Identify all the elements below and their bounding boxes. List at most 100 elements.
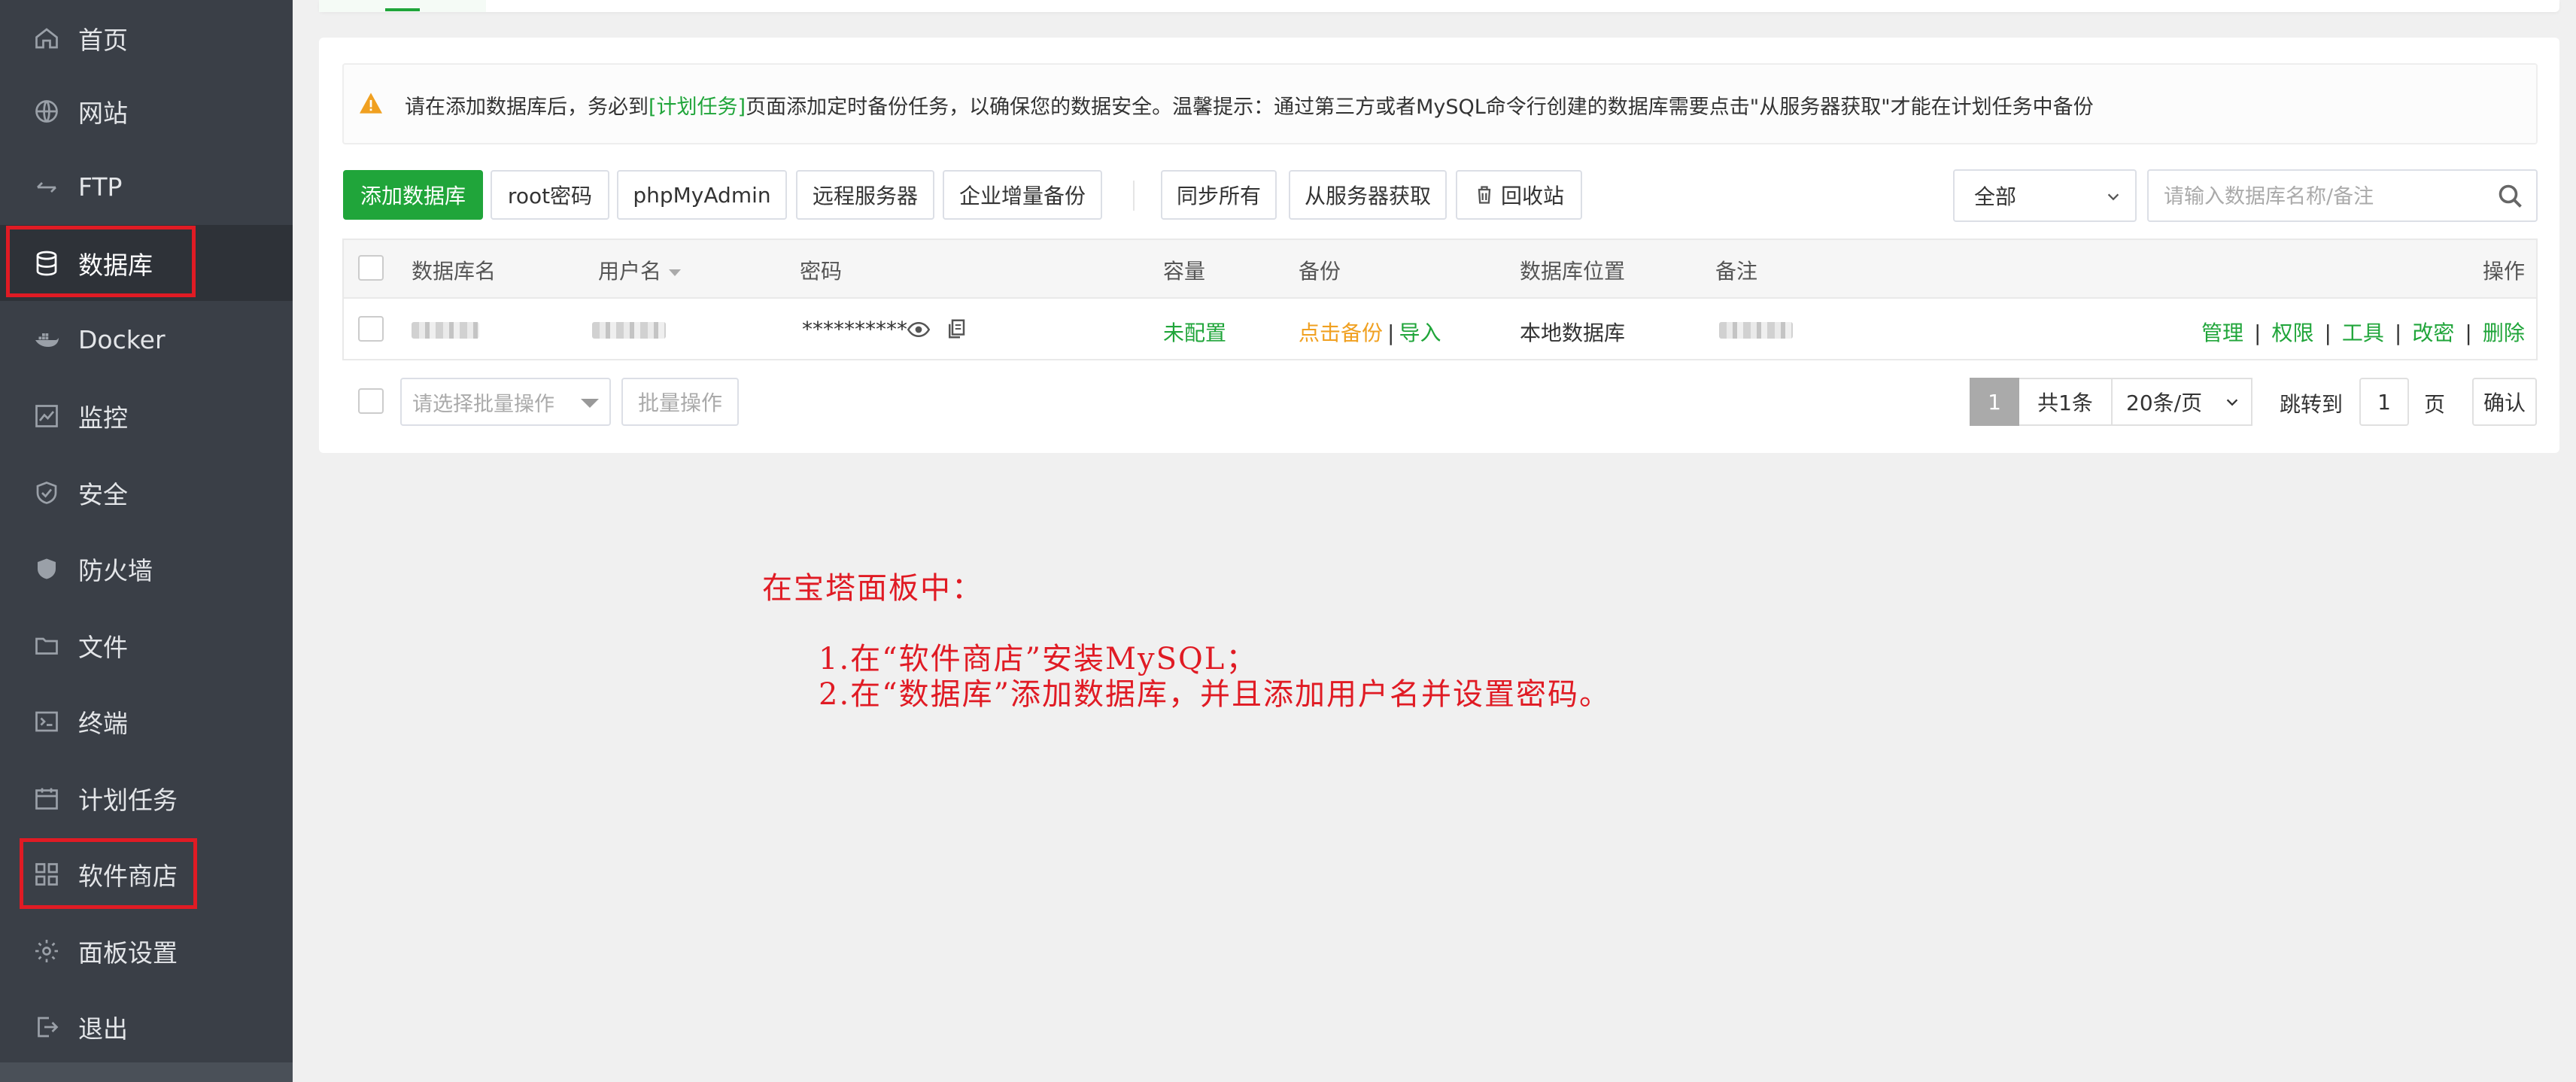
database-icon [32, 248, 62, 278]
sidebar-footer [0, 1062, 293, 1082]
fetch-from-server-button[interactable]: 从服务器获取 [1289, 170, 1447, 220]
db-filter-select[interactable]: 全部 [1953, 169, 2137, 222]
per-page-select[interactable]: 20条/页 [2111, 378, 2252, 426]
manage-link[interactable]: 管理 [2201, 321, 2243, 345]
sidebar-item-terminal[interactable]: 终端 [0, 683, 293, 759]
sidebar-item-label: 退出 [78, 1014, 128, 1044]
monitor-icon [32, 401, 62, 431]
col-location: 数据库位置 [1520, 259, 1626, 284]
separator: | [2254, 321, 2262, 345]
col-username-label: 用户名 [598, 259, 662, 284]
col-remark: 备注 [1715, 259, 1758, 284]
sidebar-item-label: 网站 [78, 98, 128, 128]
footer-select-all-checkbox[interactable] [358, 388, 384, 414]
separator: | [2465, 321, 2472, 345]
globe-icon [32, 96, 62, 126]
sidebar-item-label: 首页 [78, 25, 128, 55]
tab-active-indicator [385, 8, 420, 11]
sidebar-item-label: 计划任务 [78, 785, 178, 815]
firewall-icon [32, 554, 62, 584]
col-database-name[interactable]: 数据库名 [412, 255, 496, 285]
separator: | [2394, 321, 2402, 345]
annotation-title: 在宝塔面板中： [762, 571, 983, 606]
sidebar-item-label: 安全 [78, 479, 128, 509]
sidebar-item-label: Docker [78, 325, 166, 354]
delete-link[interactable]: 删除 [2483, 321, 2525, 345]
recycle-bin-button[interactable]: 回收站 [1456, 170, 1582, 220]
db-location: 本地数据库 [1520, 321, 1626, 345]
redacted-remark [1719, 322, 1793, 339]
select-all-checkbox[interactable] [358, 255, 384, 281]
sidebar-item-ftp[interactable]: FTP [0, 149, 293, 225]
chevron-down-icon [2107, 193, 2119, 201]
separator: | [2324, 321, 2331, 345]
backup-now-link[interactable]: 点击备份 [1299, 321, 1383, 345]
row-checkbox[interactable] [358, 316, 384, 342]
col-backup: 备份 [1299, 259, 1341, 284]
change-password-link[interactable]: 改密 [2412, 321, 2454, 345]
recycle-bin-label: 回收站 [1500, 184, 1564, 208]
sidebar-item-label: FTP [78, 172, 123, 202]
sidebar-item-label: 终端 [78, 708, 128, 738]
logout-icon [32, 1012, 62, 1042]
sidebar-item-logout[interactable]: 退出 [0, 989, 293, 1065]
import-link[interactable]: 导入 [1399, 321, 1441, 345]
sidebar-item-docker[interactable]: Docker [0, 302, 293, 378]
sidebar-item-label: 数据库 [78, 250, 153, 280]
copy-icon[interactable] [945, 318, 968, 340]
sidebar-item-label: 防火墙 [78, 555, 153, 585]
sidebar-item-firewall[interactable]: 防火墙 [0, 530, 293, 606]
sync-all-button[interactable]: 同步所有 [1161, 170, 1277, 220]
cron-task-link[interactable]: [计划任务] [649, 96, 746, 119]
calendar-icon [32, 783, 62, 813]
remote-server-button[interactable]: 远程服务器 [796, 170, 934, 220]
eye-icon[interactable] [907, 318, 930, 341]
row-actions: 管理 | 权限 | 工具 | 改密 | 删除 [2201, 317, 2525, 347]
phpmyadmin-button[interactable]: phpMyAdmin [617, 170, 787, 220]
sidebar-item-label: 文件 [78, 632, 128, 662]
sidebar-item-settings[interactable]: 面板设置 [0, 913, 293, 989]
sidebar-item-files[interactable]: 文件 [0, 607, 293, 683]
batch-action-button[interactable]: 批量操作 [621, 378, 739, 426]
folder-icon [32, 631, 62, 661]
ftp-icon [32, 172, 62, 202]
db-filter-value: 全部 [1974, 184, 2017, 209]
redacted-database-name [412, 322, 479, 339]
jump-confirm-button[interactable]: 确认 [2472, 378, 2537, 426]
add-database-button[interactable]: 添加数据库 [343, 170, 483, 220]
sidebar-item-cron[interactable]: 计划任务 [0, 760, 293, 836]
permissions-link[interactable]: 权限 [2271, 321, 2313, 345]
sidebar: 首页 网站 FTP 数据库 Docker 监控 安全 防火墙 文件 终端 计划任… [0, 0, 293, 1082]
db-search-input[interactable] [2162, 180, 2481, 213]
annotation-step-2: 2.在“数据库”添加数据库，并且添加用户名并设置密码。 [819, 677, 1612, 712]
jump-to-page-input[interactable]: 1 [2359, 378, 2409, 426]
chevron-down-icon [2226, 399, 2238, 406]
shield-check-icon [32, 478, 62, 508]
enterprise-incremental-backup-button[interactable]: 企业增量备份 [943, 170, 1102, 220]
home-icon [32, 23, 62, 53]
sidebar-item-label: 软件商店 [78, 861, 178, 891]
sidebar-item-monitor[interactable]: 监控 [0, 378, 293, 454]
redacted-username [592, 322, 666, 339]
col-username[interactable]: 用户名 [598, 255, 684, 285]
top-tab-bar [319, 0, 2559, 12]
alert-text: 请在添加数据库后，务必到[计划任务]页面添加定时备份任务，以确保您的数据安全。温… [405, 90, 2094, 120]
col-password: 密码 [800, 259, 843, 284]
trash-icon [1478, 186, 1491, 204]
sidebar-item-home[interactable]: 首页 [0, 0, 293, 76]
alert-text-before: 请在添加数据库后，务必到 [405, 96, 649, 119]
gear-icon [32, 936, 62, 966]
tools-link[interactable]: 工具 [2342, 321, 2384, 345]
search-icon[interactable] [2497, 183, 2524, 210]
root-password-button[interactable]: root密码 [491, 170, 609, 220]
capacity-status[interactable]: 未配置 [1163, 317, 1226, 347]
warning-icon [360, 93, 382, 114]
sidebar-item-website[interactable]: 网站 [0, 73, 293, 149]
col-actions: 操作 [2483, 259, 2526, 284]
sidebar-item-database[interactable]: 数据库 [0, 225, 293, 301]
toolbar-divider [1133, 181, 1135, 211]
batch-action-select[interactable]: 请选择批量操作 [400, 378, 611, 426]
sidebar-item-security[interactable]: 安全 [0, 454, 293, 530]
sidebar-item-app-store[interactable]: 软件商店 [0, 836, 293, 912]
pagination-current-page[interactable]: 1 [1970, 378, 2019, 426]
